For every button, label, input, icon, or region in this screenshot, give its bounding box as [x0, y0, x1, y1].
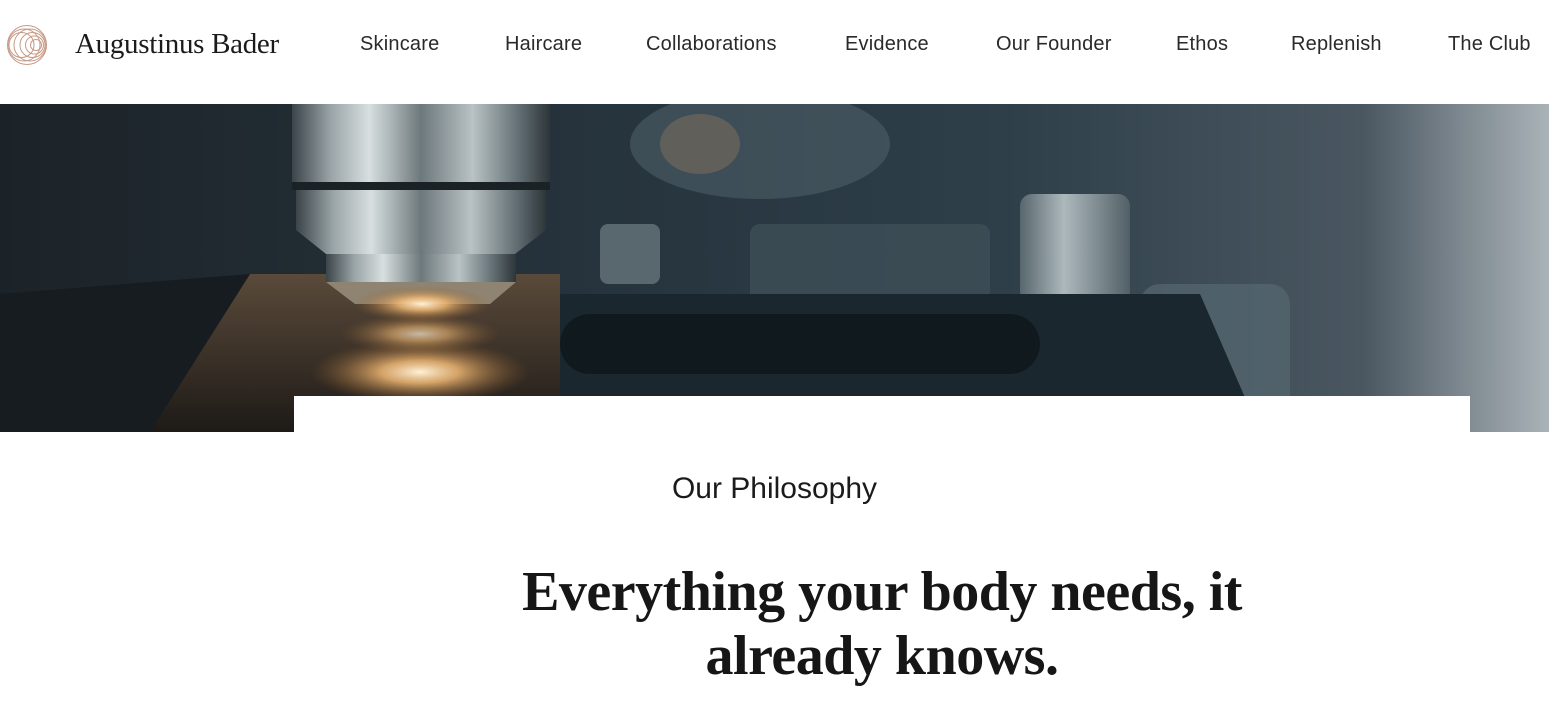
nav-item-skincare[interactable]: Skincare	[360, 30, 439, 58]
nav-item-haircare[interactable]: Haircare	[505, 30, 582, 58]
site-header: Augustinus Bader Skincare Haircare Colla…	[0, 0, 1549, 104]
philosophy-headline: Everything your body needs, it already k…	[522, 561, 1242, 687]
brand-logo-icon[interactable]	[6, 24, 48, 66]
eyebrow-text: Our Philosophy	[671, 472, 878, 505]
hero-banner	[0, 104, 1549, 432]
nav-item-ethos[interactable]: Ethos	[1176, 30, 1228, 58]
nav-item-collaborations[interactable]: Collaborations	[646, 30, 777, 58]
nav-item-our-founder[interactable]: Our Founder	[996, 30, 1112, 58]
nav-item-evidence[interactable]: Evidence	[845, 30, 929, 58]
nav-item-replenish[interactable]: Replenish	[1291, 30, 1382, 58]
section-eyebrow: Our Philosophy	[0, 470, 1549, 508]
microscope-image	[0, 104, 1549, 432]
nav-item-the-club[interactable]: The Club	[1448, 30, 1531, 58]
brand-name[interactable]: Augustinus Bader	[75, 26, 279, 62]
